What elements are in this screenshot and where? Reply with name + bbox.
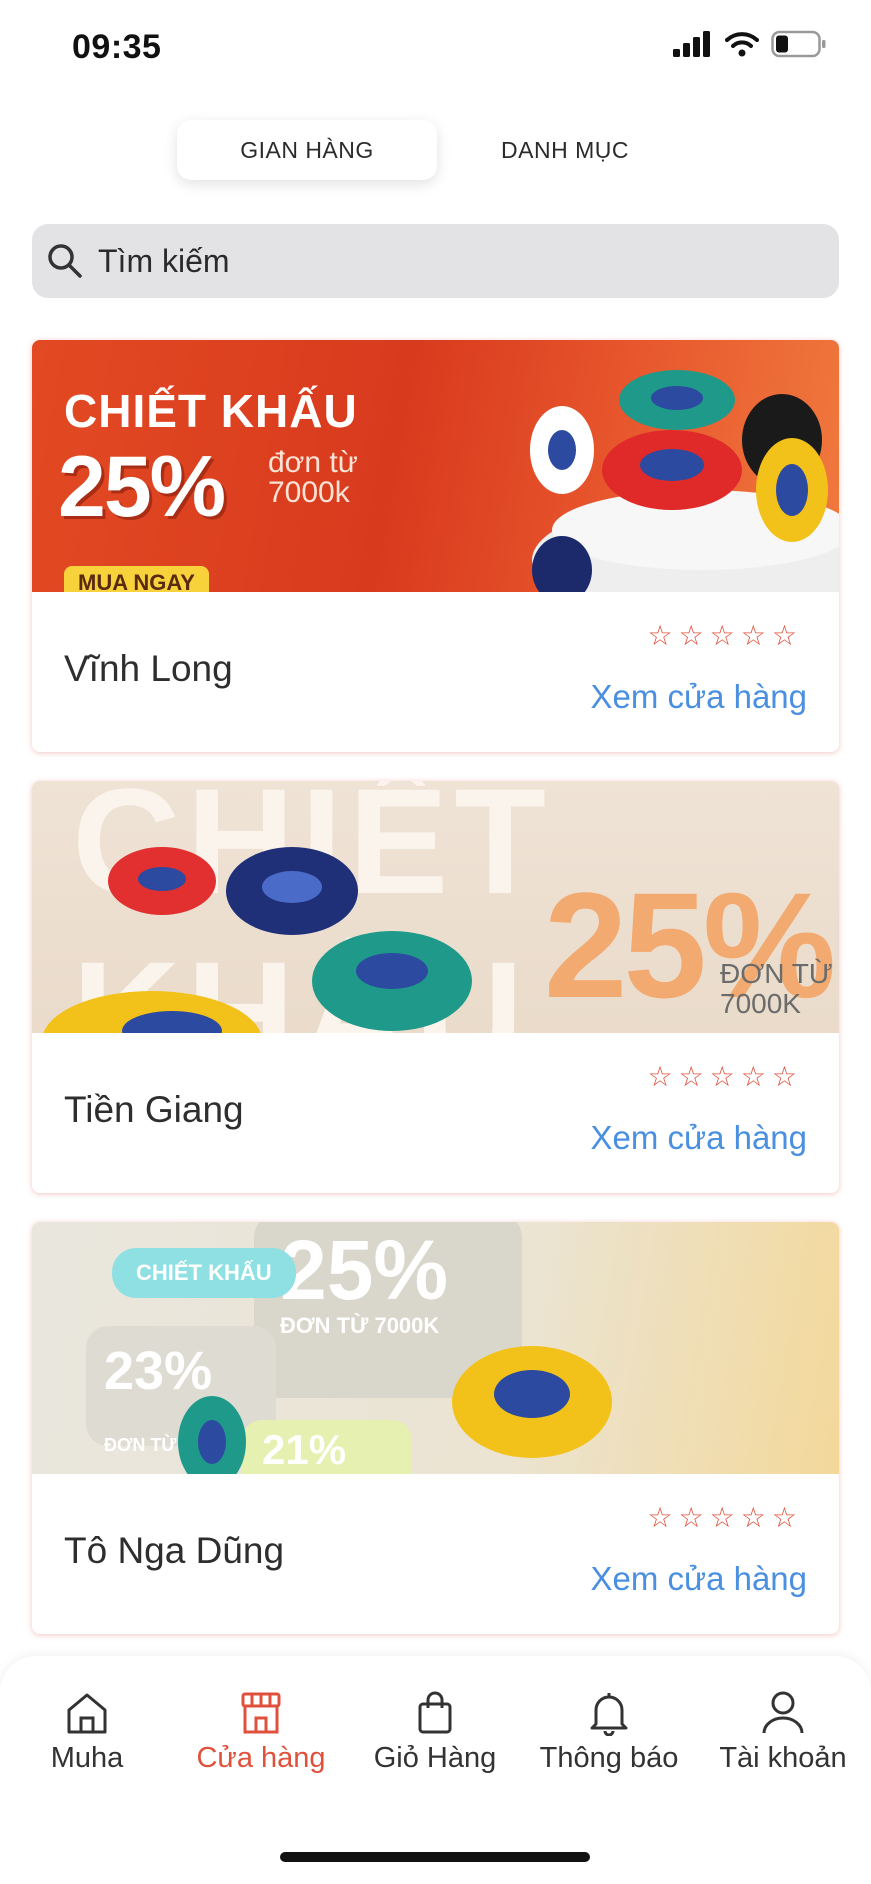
rating-stars: ☆ ☆ ☆ ☆ ☆: [647, 1504, 797, 1532]
banner-percent: 25%: [58, 439, 226, 535]
tape-rolls-image: [43, 847, 472, 1033]
tape-rolls-image: [530, 370, 839, 592]
star-icon: ☆: [678, 620, 704, 651]
store-card-body: Tiền Giang ☆ ☆ ☆ ☆ ☆ Xem cửa hàng: [32, 1033, 839, 1193]
nav-label: Cửa hàng: [196, 1742, 326, 1774]
store-name: Tiền Giang: [64, 1089, 244, 1130]
shopping-bag-icon: [418, 1691, 452, 1734]
nav-label: Tài khoản: [719, 1742, 847, 1774]
store-banner: 25% ĐƠN TỪ 7000K 23% ĐƠN TỪ 3000K 21% CH…: [32, 1222, 839, 1474]
status-time: 09:35: [72, 28, 162, 66]
nav-item-gio-hang[interactable]: Giỏ Hàng: [348, 1690, 522, 1775]
banner-subtext-line1: ĐƠN TỪ: [720, 958, 833, 989]
home-indicator: [280, 1852, 590, 1862]
rating-stars: ☆ ☆ ☆ ☆ ☆: [647, 1063, 797, 1091]
store-card-body: Vĩnh Long ☆ ☆ ☆ ☆ ☆ Xem cửa hàng: [32, 592, 839, 752]
tab-gian-hang[interactable]: GIAN HÀNG: [177, 120, 437, 180]
banner-cta[interactable]: MUA NGAY: [64, 566, 209, 592]
store-card[interactable]: 25% ĐƠN TỪ 7000K 23% ĐƠN TỪ 3000K 21% CH…: [32, 1222, 839, 1634]
banner-subtext: đơn từ 7000k: [268, 448, 358, 508]
store-card[interactable]: CHIẾT KHẤU 25% đơn từ 7000k MUA NGAY Vĩn…: [32, 340, 839, 752]
store-banner: CHIẾT KHẤU 25% đơn từ 7000k MUA NGAY: [32, 340, 839, 592]
nav-item-cua-hang[interactable]: Cửa hàng: [174, 1690, 348, 1775]
star-icon: ☆: [740, 1061, 766, 1092]
store-name: Tô Nga Dũng: [64, 1530, 285, 1571]
star-icon: ☆: [740, 1502, 766, 1533]
home-icon: [67, 1693, 107, 1734]
rating-stars: ☆ ☆ ☆ ☆ ☆: [647, 622, 797, 650]
store-card[interactable]: CHIẾT KHẤU 25% ĐƠN TỪ 7000K Tiền Giang ☆…: [32, 781, 839, 1193]
view-store-link[interactable]: Xem cửa hàng: [590, 678, 807, 716]
store-name: Vĩnh Long: [64, 648, 233, 689]
tape-rolls-image: [178, 1346, 612, 1474]
star-icon: ☆: [647, 1502, 673, 1533]
nav-item-thong-bao[interactable]: Thông báo: [522, 1690, 696, 1775]
star-icon: ☆: [647, 1061, 673, 1092]
view-store-link[interactable]: Xem cửa hàng: [590, 1560, 807, 1598]
banner-subtext-line2: 7000k: [268, 476, 350, 509]
status-icons: [673, 30, 827, 58]
banner-subtext-line2: 7000K: [720, 988, 801, 1019]
nav-item-muha[interactable]: Muha: [0, 1690, 174, 1775]
wifi-icon: [725, 32, 759, 57]
nav-label: Giỏ Hàng: [373, 1742, 497, 1774]
star-icon: ☆: [709, 620, 735, 651]
status-bar: 09:35: [0, 0, 871, 96]
star-icon: ☆: [709, 1502, 735, 1533]
battery-icon: [771, 30, 826, 58]
star-icon: ☆: [678, 1502, 704, 1533]
banner-headline: CHIẾT KHẤU: [64, 385, 358, 437]
nav-item-tai-khoan[interactable]: Tài khoản: [696, 1690, 870, 1775]
segment-tabs: GIAN HÀNG DANH MỤC: [0, 120, 871, 184]
star-icon: ☆: [678, 1061, 704, 1092]
banner-subtext-line1: đơn từ: [268, 446, 358, 479]
store-icon: [241, 1692, 281, 1734]
tab-danh-muc[interactable]: DANH MỤC: [435, 120, 695, 180]
banner-subtext: ĐƠN TỪ 7000K: [720, 959, 833, 1019]
user-icon: [762, 1691, 804, 1734]
star-icon: ☆: [771, 620, 797, 651]
star-icon: ☆: [709, 1061, 735, 1092]
bell-icon: [590, 1693, 628, 1736]
view-store-link[interactable]: Xem cửa hàng: [590, 1119, 807, 1157]
star-icon: ☆: [771, 1061, 797, 1092]
signal-icon: [673, 31, 710, 57]
search-input[interactable]: [98, 242, 798, 280]
nav-label: Thông báo: [539, 1742, 679, 1774]
star-icon: ☆: [740, 620, 766, 651]
bottom-nav: Muha Cửa hàng Giỏ Hàng Thông báo Tài kho…: [0, 1656, 871, 1884]
star-icon: ☆: [771, 1502, 797, 1533]
nav-label: Muha: [50, 1742, 124, 1774]
star-icon: ☆: [647, 620, 673, 651]
search-icon: [48, 244, 82, 278]
search-bar: [32, 224, 839, 298]
store-banner: CHIẾT KHẤU 25% ĐƠN TỪ 7000K: [32, 781, 839, 1033]
store-card-body: Tô Nga Dũng ☆ ☆ ☆ ☆ ☆ Xem cửa hàng: [32, 1474, 839, 1634]
